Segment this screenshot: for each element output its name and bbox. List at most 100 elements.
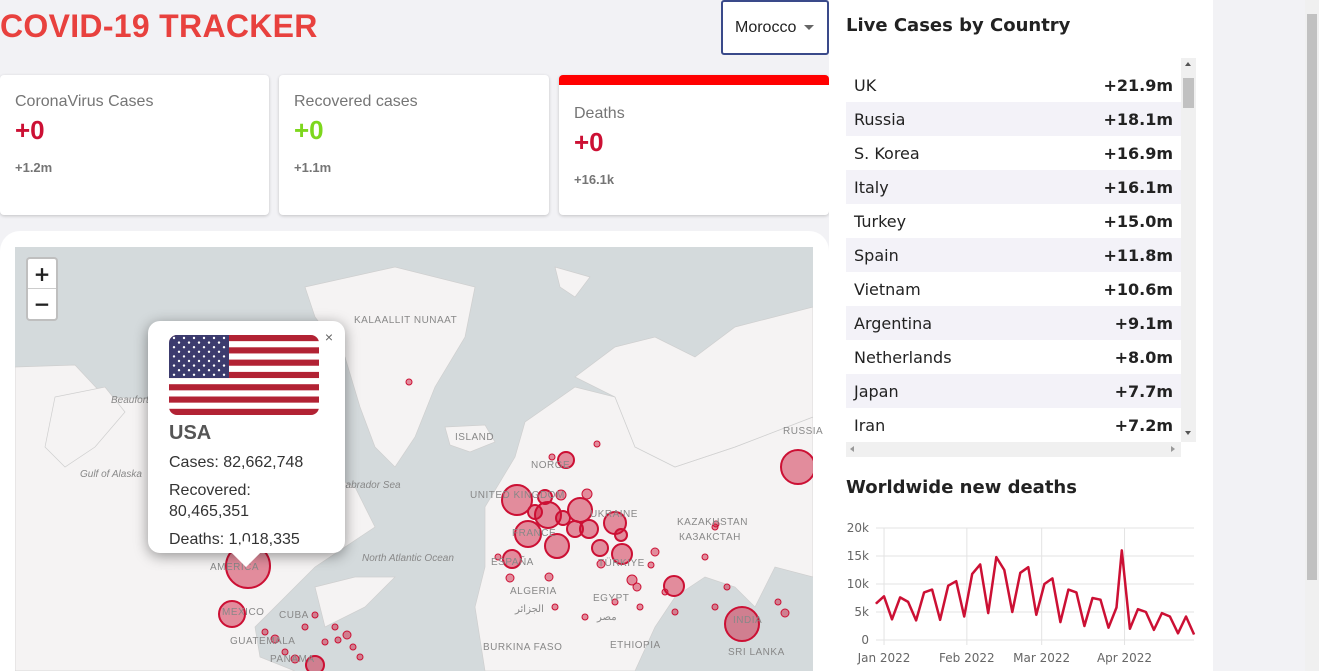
zoom-in-button[interactable]: + xyxy=(28,259,56,289)
worldwide-deaths-chart[interactable]: 0 5k 10k 15k 20k Jan 2022 Feb 2022 Mar 2022 Apr … xyxy=(840,515,1200,671)
table-row[interactable]: Iran +7.2m xyxy=(846,408,1181,442)
case-circle[interactable] xyxy=(614,528,628,542)
scroll-left-icon[interactable] xyxy=(850,446,854,452)
case-circle[interactable] xyxy=(636,603,644,611)
chart-point[interactable] xyxy=(1099,599,1101,601)
chart-point[interactable] xyxy=(955,580,957,582)
table-row[interactable]: UK +21.9m xyxy=(846,68,1181,102)
chart-point[interactable] xyxy=(891,618,893,620)
case-circle[interactable] xyxy=(555,510,571,526)
chart-point[interactable] xyxy=(875,603,877,605)
table-row[interactable]: Netherlands +8.0m xyxy=(846,340,1181,374)
chart-point[interactable] xyxy=(1137,608,1139,610)
case-circle[interactable] xyxy=(505,573,515,583)
case-circle[interactable] xyxy=(566,520,584,538)
case-circle[interactable] xyxy=(581,488,593,500)
chart-point[interactable] xyxy=(1059,621,1061,623)
chart-point[interactable] xyxy=(1129,628,1131,630)
map-case-circles[interactable] xyxy=(15,247,813,671)
page-scrollbar[interactable] xyxy=(1305,0,1319,671)
chart-point[interactable] xyxy=(1019,572,1021,574)
zoom-out-button[interactable]: − xyxy=(28,289,56,319)
chart-point[interactable] xyxy=(1116,607,1118,609)
case-circle[interactable] xyxy=(301,623,309,631)
chart-point[interactable] xyxy=(1193,633,1195,635)
case-circle[interactable] xyxy=(342,630,352,640)
table-horizontal-scrollbar[interactable] xyxy=(846,442,1181,457)
case-circle[interactable] xyxy=(331,623,339,631)
chart-point[interactable] xyxy=(1145,611,1147,613)
chart-point[interactable] xyxy=(1169,615,1171,617)
table-row[interactable]: Japan +7.7m xyxy=(846,374,1181,408)
chart-point[interactable] xyxy=(939,619,941,621)
chart-point[interactable] xyxy=(1083,625,1085,627)
chart-point[interactable] xyxy=(1153,629,1155,631)
chart-point[interactable] xyxy=(907,601,909,603)
map-zoom-control[interactable]: + − xyxy=(26,257,58,321)
close-icon[interactable]: × xyxy=(325,329,333,345)
case-circle[interactable] xyxy=(671,608,679,616)
scrollbar-thumb[interactable] xyxy=(1183,78,1194,108)
chart-point[interactable] xyxy=(899,596,901,598)
world-map[interactable] xyxy=(15,247,813,671)
chart-point[interactable] xyxy=(931,589,933,591)
case-circle[interactable] xyxy=(723,583,731,591)
chart-point[interactable] xyxy=(1177,632,1179,634)
chart-point[interactable] xyxy=(923,591,925,593)
case-circle[interactable] xyxy=(701,553,709,561)
case-circle[interactable] xyxy=(774,598,782,606)
table-row[interactable]: Spain +11.8m xyxy=(846,238,1181,272)
case-circle[interactable] xyxy=(581,613,589,621)
recovered-card[interactable]: Recovered cases +0 +1.1m xyxy=(279,75,549,215)
table-row[interactable]: Italy +16.1m xyxy=(846,170,1181,204)
table-vertical-scrollbar[interactable] xyxy=(1181,58,1196,442)
case-circle[interactable] xyxy=(567,497,593,523)
table-row[interactable]: Russia +18.1m xyxy=(846,102,1181,136)
case-circle[interactable] xyxy=(527,504,543,520)
case-circle[interactable] xyxy=(334,636,342,644)
chart-point[interactable] xyxy=(963,615,965,617)
chart-point[interactable] xyxy=(1161,612,1163,614)
page-scrollbar-thumb[interactable] xyxy=(1307,14,1317,580)
case-circle[interactable] xyxy=(591,539,609,557)
chart-point[interactable] xyxy=(1011,611,1013,613)
chart-point[interactable] xyxy=(979,563,981,565)
scroll-up-icon[interactable] xyxy=(1185,62,1191,66)
case-circle[interactable] xyxy=(711,603,719,611)
case-circle[interactable] xyxy=(647,561,655,569)
chart-point[interactable] xyxy=(1003,569,1005,571)
chart-point[interactable] xyxy=(1185,615,1187,617)
case-circle[interactable] xyxy=(551,603,559,611)
table-row[interactable]: Vietnam +10.6m xyxy=(846,272,1181,306)
case-circle[interactable] xyxy=(780,608,790,618)
case-circle[interactable] xyxy=(405,378,413,386)
case-circle[interactable] xyxy=(356,653,364,661)
case-circle[interactable] xyxy=(632,582,642,592)
chart-point[interactable] xyxy=(947,585,949,587)
case-circle[interactable] xyxy=(544,572,554,582)
cases-card[interactable]: CoronaVirus Cases +0 +1.2m xyxy=(0,75,269,215)
case-circle[interactable] xyxy=(650,547,660,557)
chart-point[interactable] xyxy=(915,619,917,621)
chart-point[interactable] xyxy=(1027,566,1029,568)
chart-point[interactable] xyxy=(1067,589,1069,591)
chart-point[interactable] xyxy=(971,573,973,575)
chart-point[interactable] xyxy=(1035,614,1037,616)
case-circle[interactable] xyxy=(349,643,357,651)
table-row[interactable]: Argentina +9.1m xyxy=(846,306,1181,340)
chart-point[interactable] xyxy=(883,595,885,597)
case-circle[interactable] xyxy=(261,628,269,636)
table-row[interactable]: S. Korea +16.9m xyxy=(846,136,1181,170)
table-row[interactable]: Turkey +15.0m xyxy=(846,204,1181,238)
case-circle[interactable] xyxy=(780,449,813,485)
case-circle[interactable] xyxy=(311,611,319,619)
case-circle[interactable] xyxy=(661,588,669,596)
chart-point[interactable] xyxy=(987,612,989,614)
case-circle[interactable] xyxy=(593,440,601,448)
chart-point[interactable] xyxy=(1121,549,1123,551)
live-cases-table[interactable]: UK +21.9m Russia +18.1m S. Korea +16.9m Ita… xyxy=(846,58,1196,456)
scroll-right-icon[interactable] xyxy=(1171,446,1175,452)
chart-point[interactable] xyxy=(1051,577,1053,579)
chart-point[interactable] xyxy=(1091,597,1093,599)
chart-point[interactable] xyxy=(1075,591,1077,593)
